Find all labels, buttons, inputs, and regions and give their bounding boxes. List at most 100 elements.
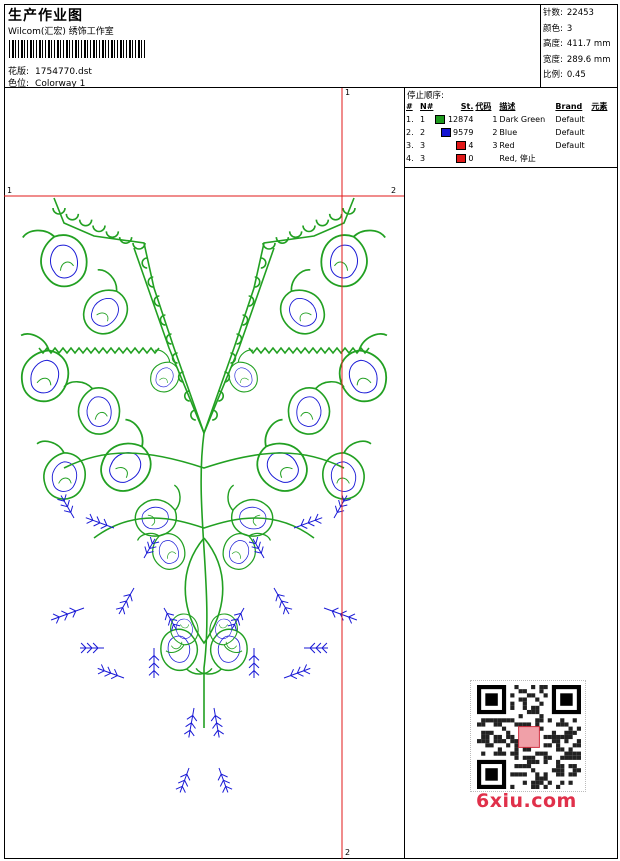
guide-marker-left: 1 [7, 186, 13, 195]
qr-module [489, 743, 494, 748]
paisley-outline [322, 440, 372, 500]
blue-sprig [323, 607, 358, 624]
paisley-motif [36, 440, 86, 500]
paisley-outline [20, 333, 70, 403]
row-index: 3. [406, 141, 414, 150]
paisley-inner [330, 461, 357, 492]
qr-module [514, 772, 519, 777]
paisley-outline [63, 380, 121, 435]
qr-module [535, 705, 540, 710]
stat-label: 宽度: [543, 54, 563, 65]
paisley-inner [296, 396, 322, 427]
qr-module [535, 697, 540, 702]
blue-sprig [217, 767, 233, 793]
scallop [78, 219, 93, 227]
paisley-inner [49, 244, 79, 279]
paisley-motif [222, 532, 272, 570]
qr-module [539, 776, 544, 781]
qr-module [477, 722, 482, 727]
table-row: 2. 2 9579 2 Blue Default [405, 126, 619, 139]
blue-sprig [115, 587, 135, 615]
column-divider [404, 168, 405, 859]
qr-module [568, 764, 573, 769]
qr-module [568, 780, 573, 785]
qr-module [560, 764, 565, 769]
qr-module [539, 714, 544, 719]
qr-module [518, 697, 523, 702]
stitch-count: 4 [434, 139, 474, 152]
qr-module [481, 734, 486, 740]
row-index: 1. [406, 115, 414, 124]
qr-module [572, 764, 577, 769]
paisley-inner [30, 359, 60, 394]
qr-module [535, 772, 540, 777]
qr-module [526, 722, 532, 727]
qr-module [522, 697, 527, 702]
qr-finder [485, 693, 498, 706]
qr-module [481, 751, 486, 756]
qr-module [564, 751, 569, 756]
qr-module [560, 772, 565, 777]
qr-module [576, 726, 581, 731]
paisley-vein [231, 551, 241, 559]
qr-module [497, 734, 502, 740]
stat-value: 289.6 mm [566, 54, 611, 65]
qr-module [531, 685, 536, 690]
qr-module [481, 718, 486, 723]
qr-module [514, 764, 519, 769]
neckline-left [53, 197, 205, 434]
qr-module [572, 730, 577, 735]
paisley-motif [134, 484, 181, 537]
qr-finder [560, 693, 573, 706]
qr-module [522, 747, 527, 752]
paisley-inner [234, 367, 253, 388]
green-outline-layer [20, 197, 388, 728]
qr-module [510, 718, 515, 723]
qr-module [518, 772, 523, 777]
stitch-count: 0 [434, 152, 474, 165]
qr-module [522, 772, 527, 777]
qr-module [526, 709, 532, 715]
stat-width: 宽度: 289.6 mm [543, 53, 618, 69]
qr-module [543, 755, 548, 760]
color-description: Red [499, 141, 515, 150]
paisley-vein [115, 467, 128, 478]
qr-module [497, 718, 502, 723]
paisley-vein [96, 312, 109, 322]
qr-module [501, 751, 507, 756]
qr-module [560, 755, 565, 760]
qr-module [576, 751, 581, 756]
qr-module [485, 743, 490, 748]
col-header: N# [420, 102, 434, 111]
qr-module [531, 705, 536, 710]
stat-label: 高度: [543, 39, 563, 49]
table-row: 1. 1 12874 1 Dark Green Default [405, 113, 619, 126]
scallop [302, 225, 316, 233]
qr-finder [485, 768, 498, 781]
paisley-vein [300, 412, 314, 420]
paisley-vein [180, 624, 190, 629]
qr-module [543, 784, 548, 789]
needle-number: 3 [420, 154, 426, 163]
qr-module [535, 776, 540, 781]
qr-module [564, 755, 569, 760]
qr-module [556, 743, 561, 748]
paisley-outline [134, 484, 181, 537]
qr-module [547, 734, 552, 740]
qr-module [526, 764, 532, 769]
stat-height: 高度: 411.7 mm [543, 37, 618, 53]
qr-module [572, 751, 577, 756]
qr-module [531, 693, 536, 698]
brand [554, 152, 590, 165]
qr-module [539, 726, 544, 731]
qr-module [501, 726, 507, 731]
qr-module [572, 768, 577, 773]
qr-module [489, 718, 494, 723]
paisley-inner [289, 298, 318, 327]
paisley-inner [90, 298, 119, 327]
paisley-outline [22, 229, 88, 288]
qr-code [470, 680, 586, 792]
qr-module [539, 701, 544, 706]
qr-module [510, 739, 515, 744]
blue-sprig [248, 536, 265, 559]
